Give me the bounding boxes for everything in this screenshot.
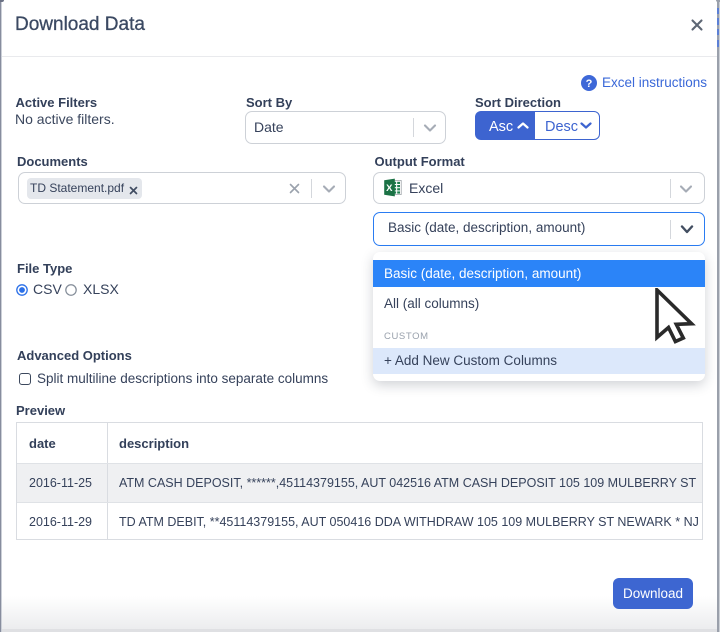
svg-text:X: X: [386, 183, 393, 194]
svg-text:?: ?: [586, 78, 593, 90]
